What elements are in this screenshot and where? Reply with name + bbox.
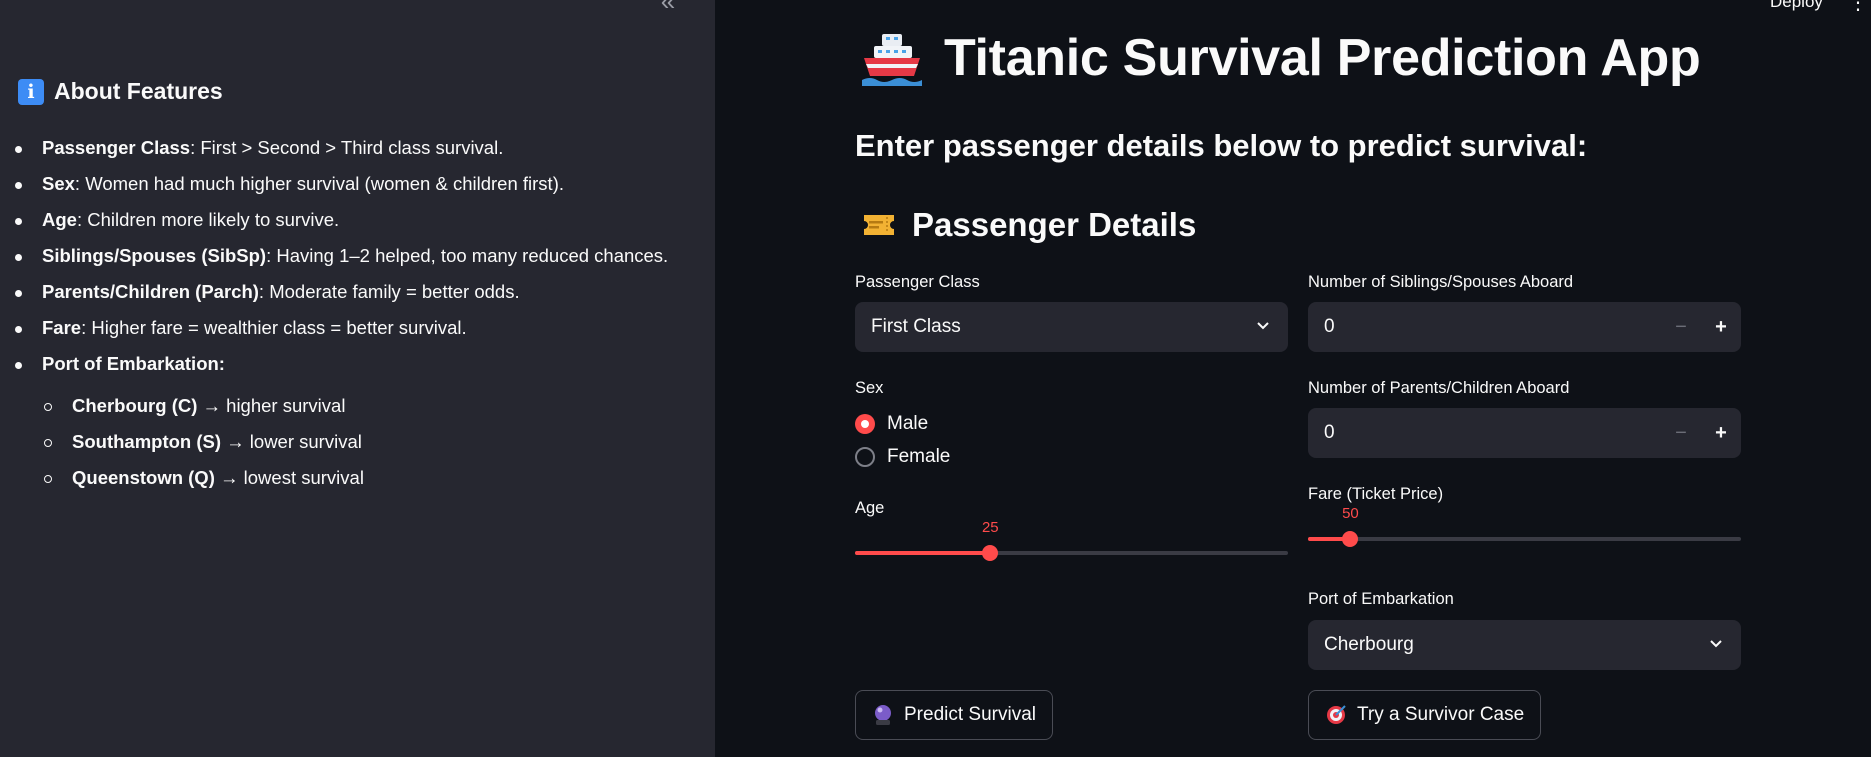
feature-desc: : Moderate family = better odds.: [258, 281, 520, 302]
parch-value[interactable]: 0: [1324, 422, 1661, 444]
list-item: Southampton (S) → lower survival: [0, 429, 700, 465]
age-slider-fill: [855, 551, 991, 555]
port-desc: → lowest survival: [214, 467, 364, 488]
list-item: Port of Embarkation:: [0, 351, 700, 387]
subheading: Enter passenger details below to predict…: [855, 128, 1588, 163]
chevron-down-icon: [1257, 322, 1269, 330]
feature-term: Fare: [42, 317, 82, 338]
fare-slider[interactable]: 50: [1308, 505, 1741, 547]
age-slider[interactable]: 25: [855, 519, 1288, 561]
embarked-label: Port of Embarkation: [1308, 590, 1454, 608]
list-item: Parents/Children (Parch): Moderate famil…: [0, 279, 700, 315]
port-term: Southampton (S): [72, 431, 222, 452]
ship-icon: [862, 34, 922, 86]
sidebar-heading: i About Features: [18, 78, 223, 105]
list-item: Sex: Women had much higher survival (wom…: [0, 171, 700, 207]
parch-stepper[interactable]: 0 − +: [1308, 408, 1741, 458]
sibsp-label: Number of Siblings/Spouses Aboard: [1308, 273, 1574, 291]
try-survivor-case-label: Try a Survivor Case: [1357, 704, 1525, 725]
parch-label: Number of Parents/Children Aboard: [1308, 379, 1570, 397]
features-list: Passenger Class: First > Second > Third …: [0, 135, 700, 501]
list-item: Fare: Higher fare = wealthier class = be…: [0, 315, 700, 351]
feature-term: Parents/Children (Parch): [42, 281, 259, 302]
app: « i About Features Passenger Class: Firs…: [0, 0, 1871, 757]
main-menu-icon[interactable]: ⋮: [1848, 0, 1868, 15]
parch-decrement-button[interactable]: −: [1661, 408, 1701, 458]
radio-unselected[interactable]: [855, 447, 875, 467]
predict-survival-button[interactable]: Predict Survival: [855, 690, 1053, 740]
fare-label: Fare (Ticket Price): [1308, 485, 1444, 503]
list-item: Siblings/Spouses (SibSp): Having 1–2 hel…: [0, 243, 700, 279]
feature-desc: : Having 1–2 helped, too many reduced ch…: [266, 245, 669, 266]
passenger-class-label: Passenger Class: [855, 273, 980, 291]
port-desc: → higher survival: [197, 395, 346, 416]
passenger-class-value: First Class: [871, 316, 961, 337]
passenger-class-select[interactable]: First Class: [855, 302, 1288, 352]
embarked-select[interactable]: Cherbourg: [1308, 620, 1741, 670]
sex-option-female[interactable]: Female: [855, 446, 950, 468]
page-title: Titanic Survival Prediction App: [862, 28, 1701, 88]
sex-option-label: Male: [887, 413, 929, 434]
feature-desc: : Women had much higher survival (women …: [74, 173, 564, 194]
sibsp-stepper[interactable]: 0 − +: [1308, 302, 1741, 352]
port-desc: → lower survival: [221, 431, 362, 452]
list-item: Age: Children more likely to survive.: [0, 207, 700, 243]
feature-term: Sex: [42, 173, 75, 194]
sidebar: « i About Features Passenger Class: Firs…: [0, 0, 715, 757]
section-title-text: Passenger Details: [912, 206, 1197, 243]
age-slider-thumb[interactable]: [982, 545, 999, 561]
collapse-sidebar-button[interactable]: «: [656, 0, 680, 14]
chevron-down-icon: [1710, 640, 1722, 648]
feature-desc: : Higher fare = wealthier class = better…: [81, 317, 467, 338]
list-item: Queenstown (Q) → lowest survival: [0, 465, 700, 501]
port-term: Cherbourg (C): [72, 395, 198, 416]
sex-label: Sex: [855, 379, 884, 397]
feature-term: Passenger Class: [42, 137, 191, 158]
radio-selected[interactable]: [855, 414, 875, 434]
feature-term: Siblings/Spouses (SibSp): [42, 245, 267, 266]
crystal-ball-icon: [875, 705, 891, 725]
deploy-button[interactable]: Deploy: [1770, 0, 1823, 12]
feature-desc: : Children more likely to survive.: [76, 209, 340, 230]
sidebar-heading-text: About Features: [54, 78, 223, 104]
sibsp-decrement-button[interactable]: −: [1661, 302, 1701, 352]
predict-survival-label: Predict Survival: [904, 704, 1036, 725]
feature-desc: : First > Second > Third class survival.: [190, 137, 504, 158]
embarked-value: Cherbourg: [1324, 634, 1414, 655]
section-title: Passenger Details: [862, 206, 1196, 244]
fare-slider-value: 50: [1342, 505, 1359, 522]
ports-list: Cherbourg (C) → higher survival Southamp…: [0, 393, 700, 501]
list-item: Passenger Class: First > Second > Third …: [0, 135, 700, 171]
age-label: Age: [855, 499, 885, 517]
sibsp-value[interactable]: 0: [1324, 316, 1661, 338]
feature-term: Age: [42, 209, 77, 230]
parch-increment-button[interactable]: +: [1701, 408, 1741, 458]
title-text: Titanic Survival Prediction App: [944, 29, 1701, 87]
sex-option-male[interactable]: Male: [855, 413, 928, 435]
try-survivor-case-button[interactable]: Try a Survivor Case: [1308, 690, 1542, 740]
port-term: Queenstown (Q): [72, 467, 215, 488]
list-item: Cherbourg (C) → higher survival: [0, 393, 700, 429]
age-slider-value: 25: [981, 519, 999, 536]
fare-slider-thumb[interactable]: [1342, 531, 1359, 547]
ticket-icon: [864, 215, 894, 235]
sibsp-increment-button[interactable]: +: [1701, 302, 1741, 352]
info-icon: i: [18, 78, 44, 105]
target-icon: [1327, 705, 1346, 724]
feature-term: Port of Embarkation:: [42, 353, 225, 374]
sex-option-label: Female: [887, 446, 951, 467]
